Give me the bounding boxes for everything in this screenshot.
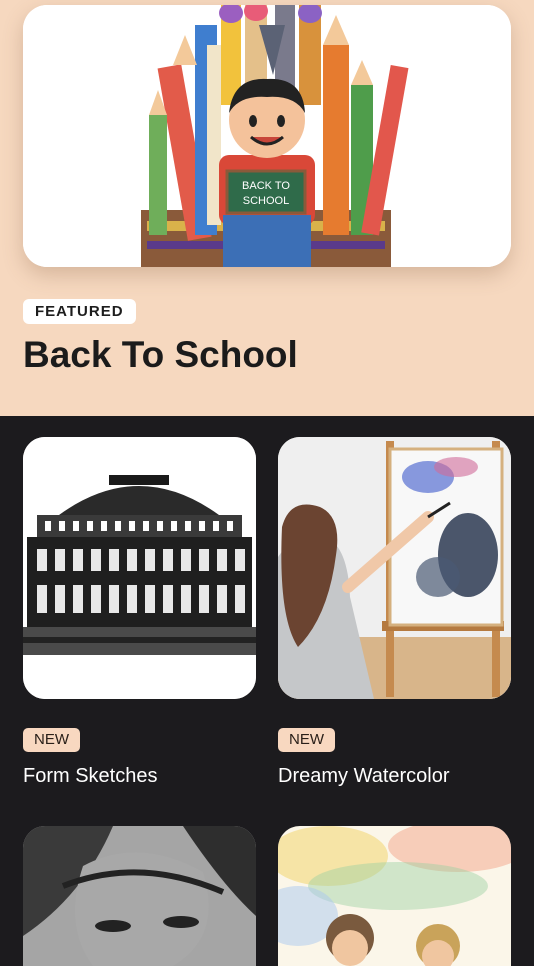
featured-title[interactable]: Back To School: [23, 333, 298, 377]
collection-card-form-sketches[interactable]: NEW Form Sketches: [23, 437, 256, 788]
new-badge: NEW: [23, 728, 80, 752]
collection-thumbnail[interactable]: [278, 437, 511, 699]
collection-card-charcoal-portrait[interactable]: [23, 826, 256, 966]
collection-card-dreamy-watercolor[interactable]: NEW Dreamy Watercolor: [278, 437, 511, 788]
hero-sign-line-2: SCHOOL: [243, 195, 289, 207]
new-badge: NEW: [278, 728, 335, 752]
charcoal-portrait-sketch: [23, 826, 256, 966]
watercolor-figures-painting: [278, 826, 511, 966]
back-to-school-illustration: BACK TO SCHOOL: [23, 5, 511, 267]
collection-thumbnail[interactable]: [23, 437, 256, 699]
collection-card-watercolor-figures[interactable]: [278, 826, 511, 966]
hero-sign-line-1: BACK TO: [242, 180, 290, 192]
collections-grid: NEW Form Sketches NEW Dreamy Watercolor: [0, 416, 534, 966]
collection-title[interactable]: Dreamy Watercolor: [278, 764, 511, 788]
featured-hero-card[interactable]: BACK TO SCHOOL: [23, 5, 511, 267]
featured-badge: FEATURED: [23, 299, 136, 324]
royal-albert-hall-sketch: [23, 437, 256, 699]
painter-at-easel-photo: [278, 437, 511, 699]
featured-section: BACK TO SCHOOL FEATURED Back To School: [0, 0, 534, 416]
collection-title[interactable]: Form Sketches: [23, 764, 256, 788]
